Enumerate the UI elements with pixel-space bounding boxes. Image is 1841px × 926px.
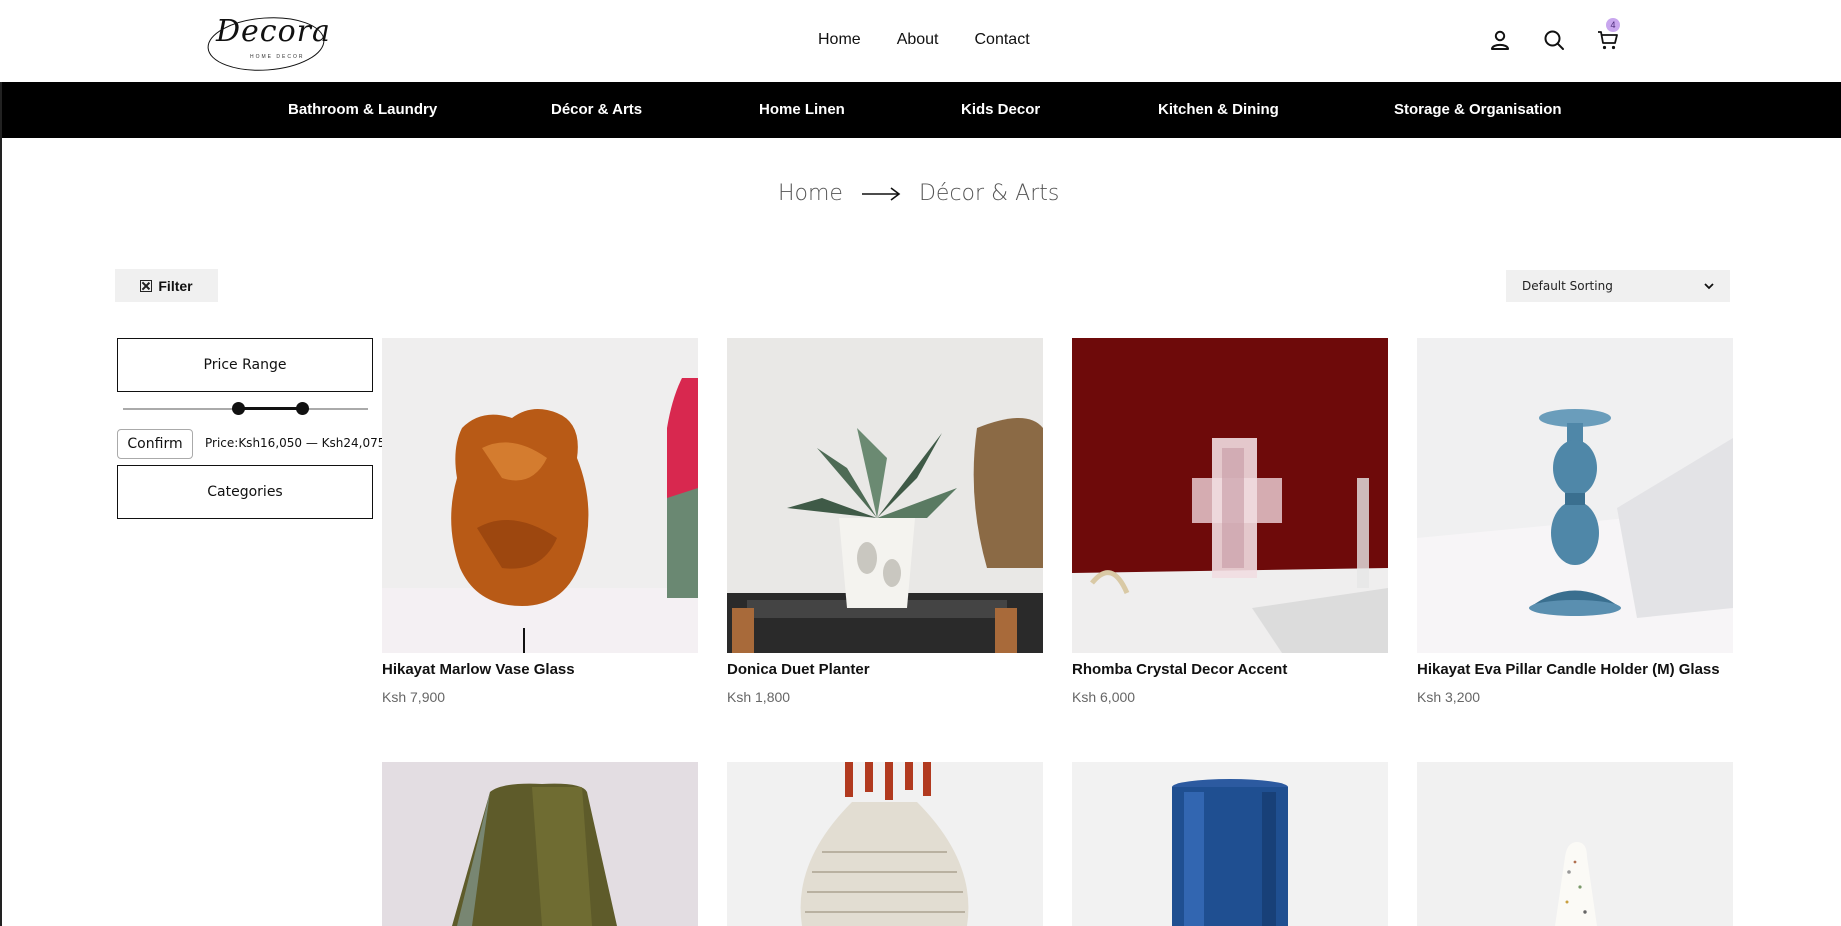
- logo-subtitle: HOME DECOR: [250, 54, 305, 60]
- product-image[interactable]: [727, 338, 1043, 653]
- category-storage-organisation[interactable]: Storage & Organisation: [1394, 101, 1562, 118]
- nav-contact-link[interactable]: Contact: [975, 31, 1030, 49]
- product-card[interactable]: [727, 762, 1043, 926]
- product-price: Ksh 7,900: [382, 689, 446, 705]
- confirm-price-button[interactable]: Confirm: [117, 429, 193, 459]
- user-icon[interactable]: [1488, 28, 1512, 52]
- site-header: Decora HOME DECOR Home About Contact 4: [0, 0, 1841, 82]
- categories-label: Categories: [207, 484, 283, 500]
- category-kitchen-dining[interactable]: Kitchen & Dining: [1158, 101, 1279, 118]
- product-card[interactable]: [382, 762, 698, 926]
- price-range-label: Price Range: [203, 357, 287, 373]
- logo-text: Decora: [216, 14, 331, 49]
- sort-select-value: Default Sorting: [1522, 279, 1613, 293]
- filter-button-label: Filter: [158, 277, 193, 294]
- product-price: Ksh 3,200: [1417, 689, 1481, 705]
- search-icon[interactable]: [1542, 28, 1566, 52]
- product-image[interactable]: [382, 338, 698, 653]
- close-box-icon: [140, 279, 153, 292]
- breadcrumb-current: Décor & Arts: [918, 181, 1060, 206]
- sort-select[interactable]: Default Sorting: [1506, 270, 1730, 302]
- category-bar: Bathroom & Laundry Décor & Arts Home Lin…: [2, 82, 1841, 138]
- product-card[interactable]: Hikayat Marlow Vase Glass Ksh 7,900: [382, 338, 698, 705]
- product-image[interactable]: [1417, 762, 1733, 926]
- product-card[interactable]: Rhomba Crystal Decor Accent Ksh 6,000: [1072, 338, 1388, 705]
- price-range-toggle[interactable]: Price Range: [117, 338, 373, 392]
- product-card[interactable]: Hikayat Eva Pillar Candle Holder (M) Gla…: [1417, 338, 1733, 705]
- main-nav: Home About Contact: [818, 31, 1030, 49]
- cart-icon[interactable]: 4: [1596, 18, 1620, 52]
- product-image[interactable]: [1072, 338, 1388, 653]
- category-home-linen[interactable]: Home Linen: [759, 101, 845, 118]
- cart-count-badge: 4: [1606, 18, 1620, 32]
- product-card[interactable]: Donica Duet Planter Ksh 1,800: [727, 338, 1043, 705]
- product-card[interactable]: [1417, 762, 1733, 926]
- header-icons: 4: [1488, 18, 1620, 52]
- category-kids-decor[interactable]: Kids Decor: [961, 101, 1040, 118]
- price-slider-min-handle[interactable]: [232, 402, 245, 415]
- site-logo[interactable]: Decora HOME DECOR: [204, 4, 330, 72]
- product-name[interactable]: Donica Duet Planter: [727, 661, 870, 678]
- product-image[interactable]: [1417, 338, 1733, 653]
- category-decor-arts[interactable]: Décor & Arts: [551, 101, 642, 118]
- product-image[interactable]: [727, 762, 1043, 926]
- breadcrumb: Home Décor & Arts: [778, 181, 1059, 206]
- category-bathroom-laundry[interactable]: Bathroom & Laundry: [288, 101, 437, 118]
- breadcrumb-home[interactable]: Home: [778, 181, 843, 206]
- product-price: Ksh 6,000: [1072, 689, 1136, 705]
- nav-home-link[interactable]: Home: [818, 31, 861, 49]
- chevron-down-icon: [1704, 283, 1714, 290]
- filter-button[interactable]: Filter: [115, 269, 218, 302]
- product-price: Ksh 1,800: [727, 689, 791, 705]
- nav-about-link[interactable]: About: [897, 31, 939, 49]
- window-edge: [0, 0, 2, 926]
- product-name[interactable]: Hikayat Eva Pillar Candle Holder (M) Gla…: [1417, 661, 1720, 678]
- arrow-right-icon: [861, 186, 901, 201]
- price-range-text: Price:Ksh16,050 — Ksh24,075: [205, 436, 386, 450]
- product-image[interactable]: [382, 762, 698, 926]
- categories-toggle[interactable]: Categories: [117, 465, 373, 519]
- price-slider-max-handle[interactable]: [296, 402, 309, 415]
- product-image[interactable]: [1072, 762, 1388, 926]
- price-slider-range: [239, 407, 303, 410]
- product-name[interactable]: Rhomba Crystal Decor Accent: [1072, 661, 1287, 678]
- product-card[interactable]: [1072, 762, 1388, 926]
- product-name[interactable]: Hikayat Marlow Vase Glass: [382, 661, 575, 678]
